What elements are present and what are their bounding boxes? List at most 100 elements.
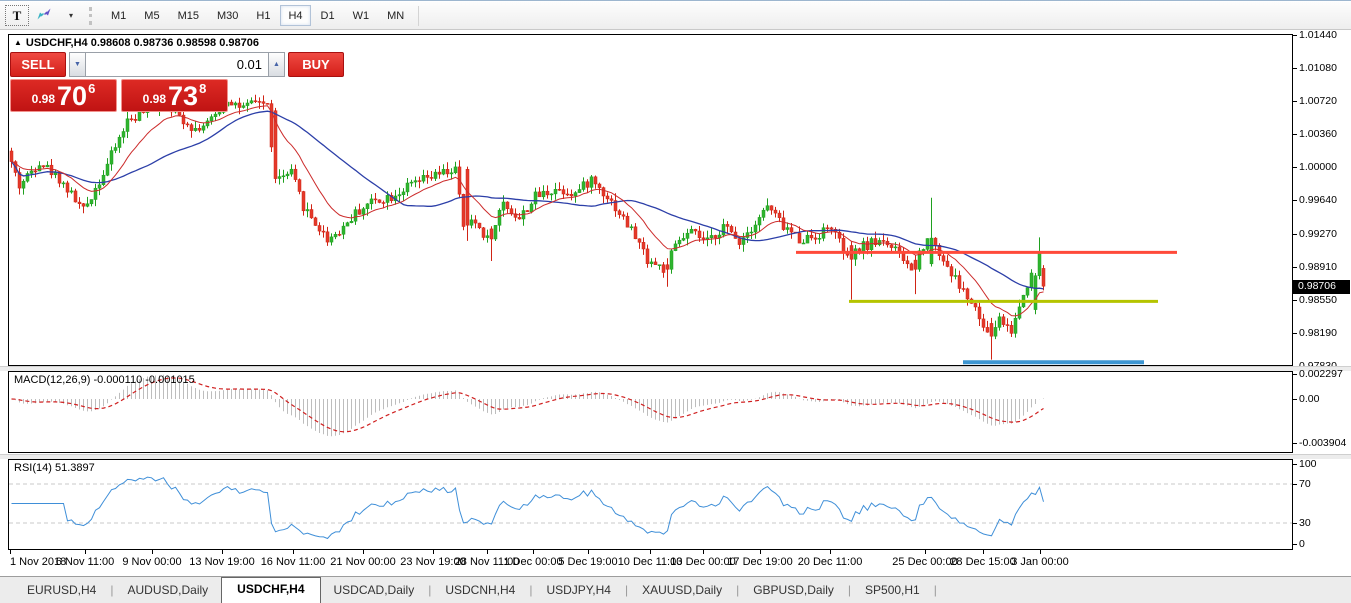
rsi-axis-label: 100 xyxy=(1299,458,1317,470)
timeframe-group: M1M5M15M30H1H4D1W1MN xyxy=(103,5,412,26)
macd-scale[interactable]: 0.0022970.00-0.003904 xyxy=(1293,371,1351,453)
ohlc-high: 0.98736 xyxy=(134,37,174,49)
price-axis-label: 0.99640 xyxy=(1299,194,1337,206)
macd-axis-label: -0.003904 xyxy=(1299,437,1346,449)
chart-tab-usdchf-h4[interactable]: USDCHF,H4 xyxy=(221,577,320,603)
chart-tab-usdjpy-h4[interactable]: USDJPY,H4 xyxy=(533,579,623,603)
rsi-chart-canvas[interactable]: RSI(14) 51.3897 xyxy=(8,459,1293,550)
macd-axis-label: 0.00 xyxy=(1299,393,1319,405)
timeframe-m30-button[interactable]: M30 xyxy=(209,5,246,26)
price-scale[interactable]: 1.014401.010801.007201.003601.000000.996… xyxy=(1293,34,1351,366)
macd-panel: MACD(12,26,9) -0.000110 -0.001015 0.0022… xyxy=(8,371,1351,453)
time-axis-label: 3 Jan 00:00 xyxy=(1011,556,1069,568)
chart-tab-eurusd-h4[interactable]: EURUSD,H4 xyxy=(14,579,109,603)
chart-tab-bar: EURUSD,H4|AUDUSD,DailyUSDCHF,H4USDCAD,Da… xyxy=(0,576,1351,603)
rsi-chart[interactable] xyxy=(9,460,1292,549)
time-axis-label: 17 Dec 19:00 xyxy=(727,556,792,568)
time-tick xyxy=(830,550,831,554)
timeframe-m1-button[interactable]: M1 xyxy=(103,5,134,26)
chart-symbol: USDCHF,H4 xyxy=(26,37,88,49)
time-tick xyxy=(983,550,984,554)
timeframe-w1-button[interactable]: W1 xyxy=(345,5,378,26)
timeframe-h1-button[interactable]: H1 xyxy=(248,5,278,26)
collapse-arrow-icon[interactable]: ▲ xyxy=(14,38,22,47)
buy-price-big: 73 xyxy=(168,83,198,109)
chart-tab-usdcnh-h4[interactable]: USDCNH,H4 xyxy=(432,579,528,603)
time-tick xyxy=(85,550,86,554)
chart-tab-usdcad-daily[interactable]: USDCAD,Daily xyxy=(321,579,428,603)
price-axis-label: 0.98190 xyxy=(1299,327,1337,339)
buy-button[interactable]: BUY xyxy=(288,52,344,77)
time-tick xyxy=(363,550,364,554)
ohlc-open: 0.98608 xyxy=(91,37,131,49)
sell-price-big: 70 xyxy=(57,83,87,109)
chart-tab-sp500-h1[interactable]: SP500,H1 xyxy=(852,579,933,603)
timeframe-mn-button[interactable]: MN xyxy=(379,5,412,26)
rsi-axis-label: 0 xyxy=(1299,538,1305,550)
chart-tab-audusd-daily[interactable]: AUDUSD,Daily xyxy=(114,579,221,603)
mt5-window: T ▾ M1M5M15M30H1H4D1W1MN ▲USDCHF,H4 0.9 xyxy=(0,0,1351,602)
price-axis-label: 0.99270 xyxy=(1299,228,1337,240)
arrows-tool-button[interactable] xyxy=(31,5,57,26)
rsi-scale[interactable]: 100 70 30 0 xyxy=(1293,459,1351,550)
time-axis-label: 1 Dec 00:00 xyxy=(503,556,562,568)
rsi-axis-label: 70 xyxy=(1299,478,1311,490)
time-axis-label: 20 Dec 11:00 xyxy=(798,556,863,568)
time-tick xyxy=(533,550,534,554)
buy-price-prefix: 0.98 xyxy=(143,92,166,106)
time-axis-label: 5 Dec 19:00 xyxy=(558,556,617,568)
chart-ohlc-header: ▲ USDCHF,H4 0.98608 0.98736 0.98598 0.987… xyxy=(14,37,259,49)
time-axis-label: 16 Nov 11:00 xyxy=(261,556,326,568)
volume-spinner: ▼ ▲ xyxy=(69,52,285,77)
ohlc-close: 0.98706 xyxy=(219,37,259,49)
sell-price-prefix: 0.98 xyxy=(32,92,55,106)
time-tick xyxy=(588,550,589,554)
price-axis-label: 0.98910 xyxy=(1299,261,1337,273)
sell-price-display[interactable]: 0.98 70 6 xyxy=(10,79,117,112)
time-axis-label: 9 Nov 00:00 xyxy=(122,556,181,568)
time-tick xyxy=(487,550,488,554)
chart-tab-gbpusd-daily[interactable]: GBPUSD,Daily xyxy=(740,579,847,603)
arrows-dropdown-button[interactable]: ▾ xyxy=(59,5,83,26)
timeframe-m5-button[interactable]: M5 xyxy=(136,5,167,26)
time-tick xyxy=(293,550,294,554)
time-tick xyxy=(703,550,704,554)
time-tick xyxy=(760,550,761,554)
toolbar-grip[interactable] xyxy=(89,7,95,25)
rsi-axis-label: 30 xyxy=(1299,517,1311,529)
time-axis-label: 13 Nov 19:00 xyxy=(189,556,254,568)
time-tick xyxy=(152,550,153,554)
rsi-header: RSI(14) 51.3897 xyxy=(14,462,95,474)
volume-increase-button[interactable]: ▲ xyxy=(268,52,285,77)
time-scale[interactable]: 1 Nov 20186 Nov 11:009 Nov 00:0013 Nov 1… xyxy=(8,550,1293,576)
ohlc-low: 0.98598 xyxy=(176,37,216,49)
volume-input[interactable] xyxy=(86,52,268,77)
volume-decrease-button[interactable]: ▼ xyxy=(69,52,86,77)
chart-tab-xauusd-daily[interactable]: XAUUSD,Daily xyxy=(629,579,735,603)
rsi-panel: RSI(14) 51.3897 100 70 30 0 xyxy=(8,459,1351,550)
time-tick xyxy=(1040,550,1041,554)
price-axis-label: 1.01440 xyxy=(1299,29,1337,41)
sell-button[interactable]: SELL xyxy=(10,52,66,77)
arrows-tool-icon xyxy=(36,7,52,24)
macd-chart[interactable] xyxy=(9,372,1292,452)
time-tick xyxy=(433,550,434,554)
time-tick xyxy=(925,550,926,554)
price-axis-label: 1.01080 xyxy=(1299,62,1337,74)
timeframe-d1-button[interactable]: D1 xyxy=(313,5,343,26)
text-tool-button[interactable]: T xyxy=(5,5,29,26)
time-axis-label: 13 Dec 00:00 xyxy=(670,556,735,568)
toolbar: T ▾ M1M5M15M30H1H4D1W1MN xyxy=(0,2,1351,30)
time-tick xyxy=(10,550,11,554)
price-axis-label: 0.98550 xyxy=(1299,294,1337,306)
timeframe-m15-button[interactable]: M15 xyxy=(170,5,207,26)
time-axis-label: 21 Nov 00:00 xyxy=(330,556,395,568)
price-axis-label: 1.00720 xyxy=(1299,95,1337,107)
price-axis-label: 1.00000 xyxy=(1299,161,1337,173)
macd-chart-canvas[interactable]: MACD(12,26,9) -0.000110 -0.001015 xyxy=(8,371,1293,453)
time-axis-label: 28 Dec 15:00 xyxy=(950,556,1015,568)
macd-header: MACD(12,26,9) -0.000110 -0.001015 xyxy=(14,374,195,386)
timeframe-h4-button[interactable]: H4 xyxy=(280,5,310,26)
time-tick xyxy=(650,550,651,554)
buy-price-display[interactable]: 0.98 73 8 xyxy=(121,79,228,112)
